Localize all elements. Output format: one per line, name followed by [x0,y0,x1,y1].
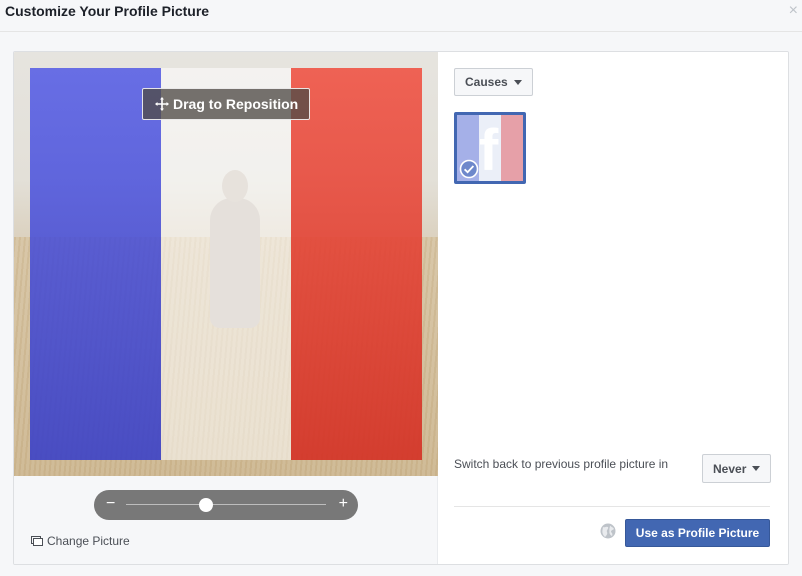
flag-overlay[interactable] [30,68,422,460]
flag-stripe-red [291,68,422,460]
zoom-track[interactable] [126,504,326,505]
flag-stripe-blue [30,68,161,460]
zoom-out-button[interactable]: − [106,494,115,514]
switch-back-label: Switch back to previous profile picture … [454,457,669,471]
photo-canvas[interactable]: Drag to Reposition [14,52,438,476]
globe-icon[interactable] [600,523,616,539]
photo-editor: Drag to Reposition − + Change Picture [14,52,438,564]
chevron-down-icon [752,466,761,471]
category-dropdown-label: Causes [465,75,508,89]
dialog-header: Customize Your Profile Picture × [0,0,802,32]
frame-sidebar: Causes f Switch back to previous profile… [438,52,788,564]
chevron-down-icon [513,79,522,85]
change-picture-label: Change Picture [47,534,130,548]
move-icon [155,97,169,111]
checkmark-icon [459,159,479,179]
dialog-title: Customize Your Profile Picture [5,3,210,19]
dialog-body: Drag to Reposition − + Change Picture Ca… [0,32,802,576]
zoom-in-button[interactable]: + [339,494,348,514]
switch-back-value: Never [713,461,747,476]
frame-option-selected[interactable]: f [454,112,526,184]
picture-icon [31,536,43,546]
drag-label: Drag to Reposition [173,96,299,112]
category-dropdown[interactable]: Causes [454,68,533,96]
divider [454,506,770,507]
zoom-thumb[interactable] [199,498,213,512]
zoom-slider[interactable]: − + [94,490,358,520]
use-as-profile-picture-button[interactable]: Use as Profile Picture [625,519,770,547]
facebook-f-icon: f [479,118,499,183]
close-icon[interactable]: × [789,2,798,20]
change-picture-link[interactable]: Change Picture [31,534,130,548]
editor-panel: Drag to Reposition − + Change Picture Ca… [13,51,789,565]
switch-back-dropdown[interactable]: Never [702,454,772,483]
flag-stripe-white [160,68,292,460]
drag-to-reposition-button[interactable]: Drag to Reposition [142,88,310,120]
